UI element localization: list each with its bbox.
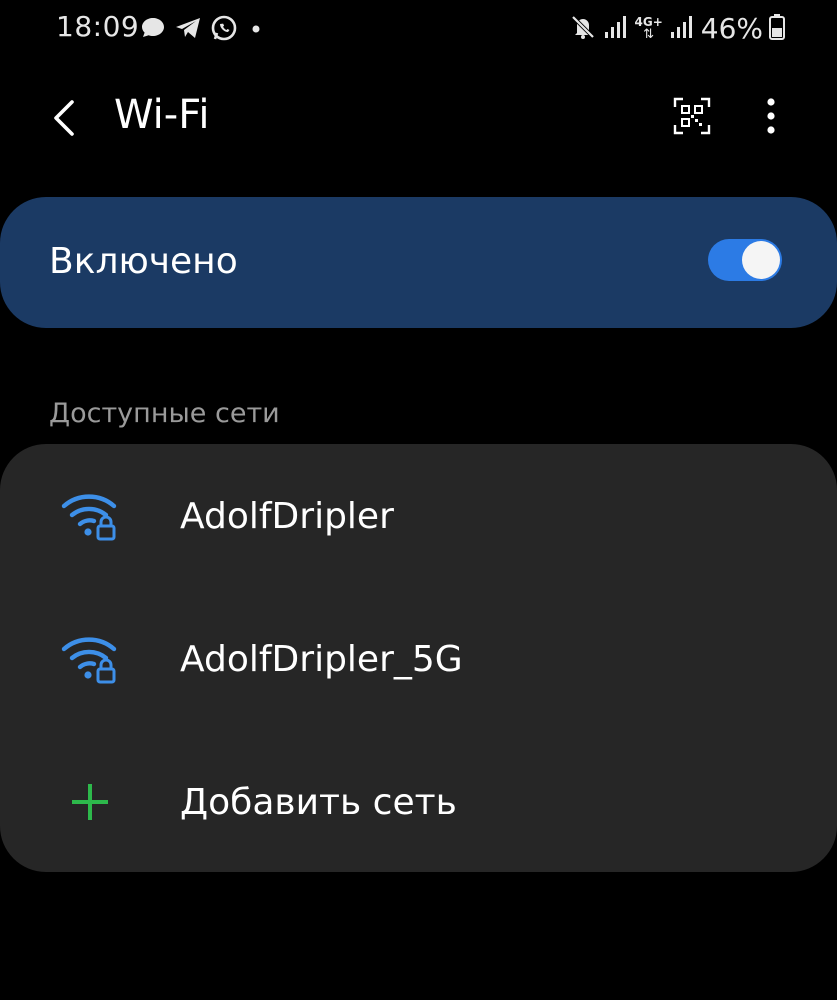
wifi-secured-icon: [60, 490, 120, 542]
add-network-button[interactable]: Добавить сеть: [0, 732, 837, 875]
status-time: 18:09: [56, 10, 140, 43]
system-status-icons: 4G+ ⇅ 46%: [569, 12, 785, 45]
notification-icons: [140, 14, 266, 46]
network-ssid: AdolfDripler: [180, 496, 394, 537]
wifi-toggle-switch[interactable]: [708, 239, 782, 281]
network-ssid: AdolfDripler_5G: [180, 639, 463, 680]
available-networks-header: Доступные сети: [49, 398, 280, 429]
whatsapp-icon: [210, 14, 238, 46]
battery-icon: [769, 13, 785, 45]
available-networks-list: AdolfDripler AdolfDripler_5G Добавить се…: [0, 444, 837, 872]
switch-knob: [742, 241, 780, 279]
mute-icon: [569, 13, 597, 45]
network-type-4g-icon: 4G+ ⇅: [634, 15, 663, 42]
page-title: Wi-Fi: [114, 92, 210, 138]
network-item[interactable]: AdolfDripler_5G: [0, 589, 837, 732]
telegram-icon: [174, 15, 202, 45]
signal-strength-icon-sim1: [603, 13, 629, 45]
battery-percent: 46%: [700, 12, 763, 45]
wifi-toggle-label: Включено: [49, 241, 238, 282]
wifi-secured-icon: [60, 633, 120, 685]
network-item[interactable]: AdolfDripler: [0, 446, 837, 589]
more-options-icon[interactable]: [756, 96, 786, 136]
status-bar: 18:09 4G+ ⇅ 46%: [0, 0, 837, 60]
qr-code-scanner-icon[interactable]: [672, 96, 712, 136]
message-icon: [140, 15, 166, 45]
more-notifications-dot-icon: [246, 15, 266, 45]
back-arrow-icon[interactable]: [48, 98, 84, 138]
signal-strength-icon-sim2: [669, 13, 695, 45]
plus-icon: [60, 776, 120, 828]
add-network-label: Добавить сеть: [180, 782, 457, 823]
wifi-master-toggle-card[interactable]: Включено: [0, 197, 837, 328]
